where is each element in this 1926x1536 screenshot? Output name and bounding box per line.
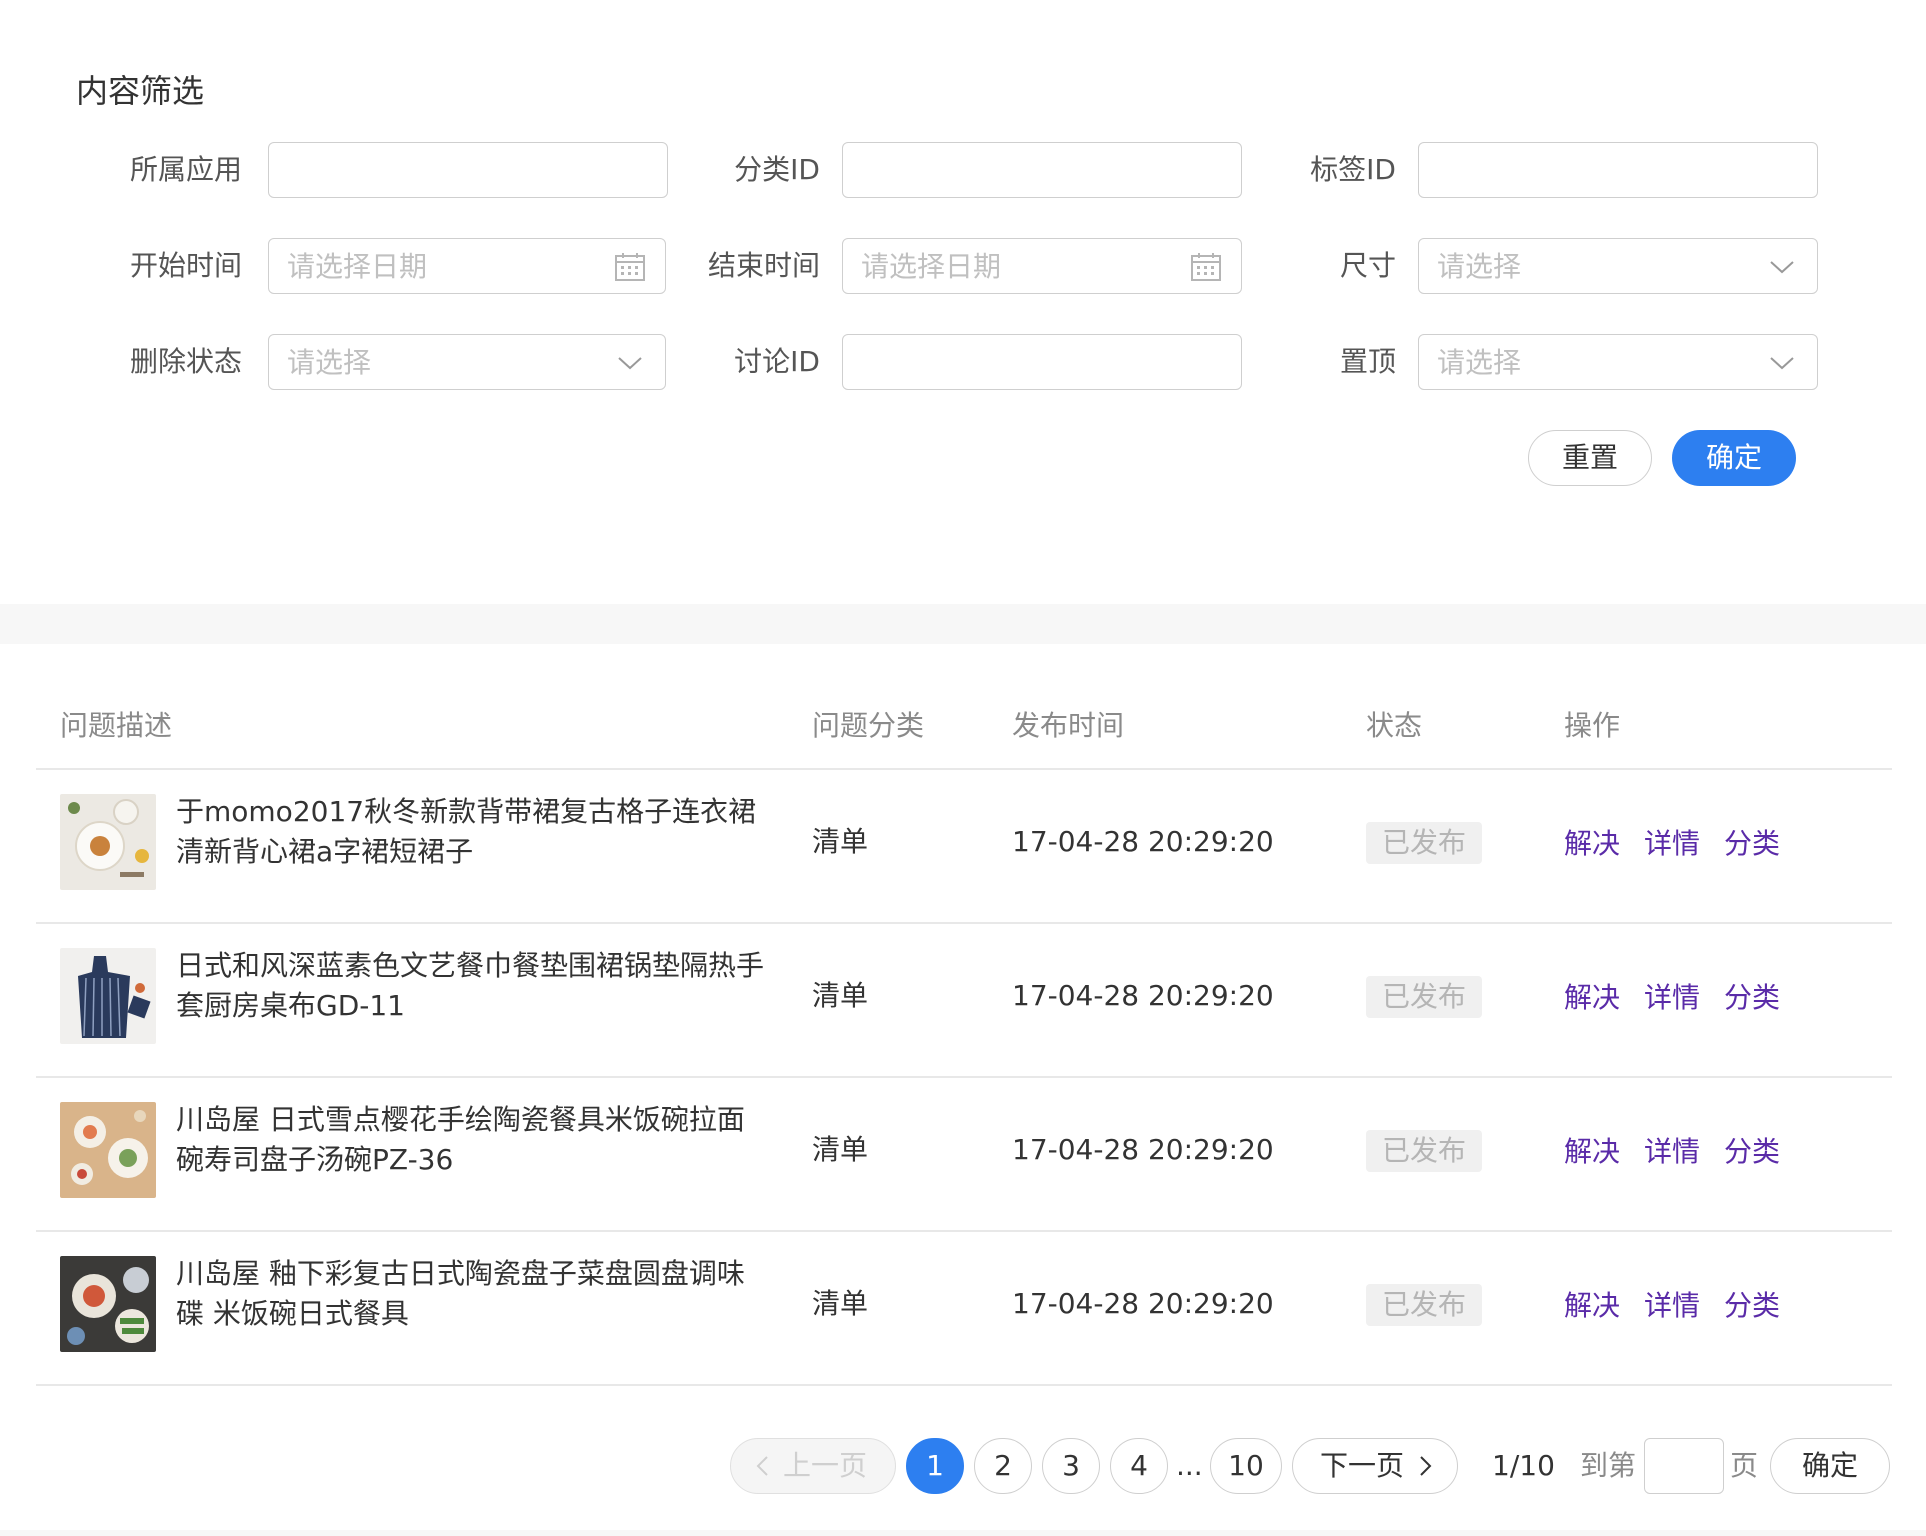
- apron-icon: [60, 948, 156, 1044]
- plates-icon: [60, 794, 156, 890]
- header-category: 问题分类: [812, 709, 925, 742]
- status-badge: 已发布: [1366, 976, 1482, 1018]
- end-time-placeholder: 请选择日期: [861, 250, 1002, 283]
- table-row: 日式和风深蓝素色文艺餐巾餐垫围裙锅垫隔热手套厨房桌布GD-11 清单 17-04…: [0, 924, 1926, 1078]
- pinned-placeholder: 请选择: [1437, 346, 1522, 379]
- calendar-icon: [1191, 253, 1221, 281]
- goto-label: 到第: [1580, 1449, 1637, 1482]
- delete-status-label: 删除状态: [129, 345, 242, 378]
- resolve-link[interactable]: 解决: [1564, 1286, 1620, 1326]
- reset-button[interactable]: 重置: [1528, 430, 1652, 486]
- row-description: 川岛屋 釉下彩复古日式陶瓷盘子菜盘圆盘调味碟 米饭碗日式餐具: [176, 1257, 745, 1330]
- row-description: 于momo2017秋冬新款背带裙复古格子连衣裙清新背心裙a字裙短裙子: [176, 795, 757, 868]
- goto-confirm-button[interactable]: 确定: [1770, 1438, 1890, 1494]
- next-page-button[interactable]: 下一页: [1292, 1438, 1458, 1494]
- page-button-4[interactable]: 4: [1110, 1438, 1168, 1494]
- start-time-picker[interactable]: 请选择日期: [268, 238, 666, 294]
- row-time: 17-04-28 20:29:20: [1012, 825, 1274, 858]
- size-placeholder: 请选择: [1437, 250, 1522, 283]
- status-badge: 已发布: [1366, 1284, 1482, 1326]
- discussion-id-input[interactable]: [842, 334, 1242, 390]
- classify-link[interactable]: 分类: [1724, 1286, 1780, 1326]
- start-time-label: 开始时间: [129, 249, 242, 282]
- row-category: 清单: [812, 1133, 869, 1166]
- table-row: 川岛屋 日式雪点樱花手绘陶瓷餐具米饭碗拉面碗寿司盘子汤碗PZ-36 清单 17-…: [0, 1078, 1926, 1232]
- resolve-link[interactable]: 解决: [1564, 978, 1620, 1018]
- prev-page-label: 上一页: [782, 1449, 867, 1482]
- size-select[interactable]: 请选择: [1418, 238, 1818, 294]
- row-time: 17-04-28 20:29:20: [1012, 1133, 1274, 1166]
- detail-link[interactable]: 详情: [1644, 1286, 1700, 1326]
- size-label: 尺寸: [1339, 249, 1396, 282]
- classify-link[interactable]: 分类: [1724, 1132, 1780, 1172]
- delete-status-placeholder: 请选择: [287, 346, 372, 379]
- app-label: 所属应用: [129, 153, 242, 186]
- confirm-filter-button[interactable]: 确定: [1672, 430, 1796, 486]
- app-input[interactable]: [268, 142, 668, 198]
- row-description: 川岛屋 日式雪点樱花手绘陶瓷餐具米饭碗拉面碗寿司盘子汤碗PZ-36: [176, 1103, 745, 1176]
- calendar-icon: [615, 253, 645, 281]
- page-unit-label: 页: [1730, 1449, 1759, 1482]
- pinned-select[interactable]: 请选择: [1418, 334, 1818, 390]
- resolve-link[interactable]: 解决: [1564, 824, 1620, 864]
- discussion-id-label: 讨论ID: [734, 345, 820, 378]
- row-divider: [36, 1384, 1892, 1386]
- classify-link[interactable]: 分类: [1724, 824, 1780, 864]
- chevron-down-icon: [1770, 261, 1794, 274]
- page-button-10[interactable]: 10: [1210, 1438, 1282, 1494]
- tag-id-input[interactable]: [1418, 142, 1818, 198]
- category-id-label: 分类ID: [734, 153, 820, 186]
- end-time-picker[interactable]: 请选择日期: [842, 238, 1242, 294]
- detail-link[interactable]: 详情: [1644, 1132, 1700, 1172]
- tag-id-label: 标签ID: [1310, 153, 1396, 186]
- pagination-ellipsis: ...: [1176, 1449, 1203, 1482]
- table-row: 川岛屋 釉下彩复古日式陶瓷盘子菜盘圆盘调味碟 米饭碗日式餐具 清单 17-04-…: [0, 1232, 1926, 1386]
- row-description: 日式和风深蓝素色文艺餐巾餐垫围裙锅垫隔热手套厨房桌布GD-11: [176, 949, 765, 1022]
- row-category: 清单: [812, 1287, 869, 1320]
- prev-page-button[interactable]: 上一页: [730, 1438, 896, 1494]
- header-description: 问题描述: [60, 709, 173, 742]
- pinned-label: 置顶: [1339, 345, 1396, 378]
- classify-link[interactable]: 分类: [1724, 978, 1780, 1018]
- detail-link[interactable]: 详情: [1644, 824, 1700, 864]
- chevron-down-icon: [1770, 357, 1794, 370]
- page-button-3[interactable]: 3: [1042, 1438, 1100, 1494]
- header-status: 状态: [1366, 709, 1423, 742]
- chevron-left-icon: [756, 1456, 768, 1476]
- header-actions: 操作: [1564, 709, 1621, 742]
- tableware-icon: [60, 1102, 156, 1198]
- chevron-down-icon: [618, 357, 642, 370]
- page-button-2[interactable]: 2: [974, 1438, 1032, 1494]
- start-time-placeholder: 请选择日期: [287, 250, 428, 283]
- row-category: 清单: [812, 825, 869, 858]
- page-info: 1/10: [1492, 1449, 1555, 1482]
- dishes-icon: [60, 1256, 156, 1352]
- bottom-band: [0, 1530, 1926, 1536]
- row-category: 清单: [812, 979, 869, 1012]
- page-button-1[interactable]: 1: [906, 1438, 964, 1494]
- next-page-label: 下一页: [1319, 1449, 1404, 1482]
- filter-title: 内容筛选: [76, 72, 205, 110]
- end-time-label: 结束时间: [707, 249, 820, 282]
- delete-status-select[interactable]: 请选择: [268, 334, 666, 390]
- table-row: 于momo2017秋冬新款背带裙复古格子连衣裙清新背心裙a字裙短裙子 清单 17…: [0, 770, 1926, 924]
- header-time: 发布时间: [1012, 709, 1125, 742]
- row-time: 17-04-28 20:29:20: [1012, 979, 1274, 1012]
- status-badge: 已发布: [1366, 822, 1482, 864]
- status-badge: 已发布: [1366, 1130, 1482, 1172]
- resolve-link[interactable]: 解决: [1564, 1132, 1620, 1172]
- section-divider: [0, 604, 1926, 644]
- row-time: 17-04-28 20:29:20: [1012, 1287, 1274, 1320]
- goto-page-input[interactable]: [1644, 1438, 1724, 1494]
- category-id-input[interactable]: [842, 142, 1242, 198]
- detail-link[interactable]: 详情: [1644, 978, 1700, 1018]
- chevron-right-icon: [1420, 1456, 1432, 1476]
